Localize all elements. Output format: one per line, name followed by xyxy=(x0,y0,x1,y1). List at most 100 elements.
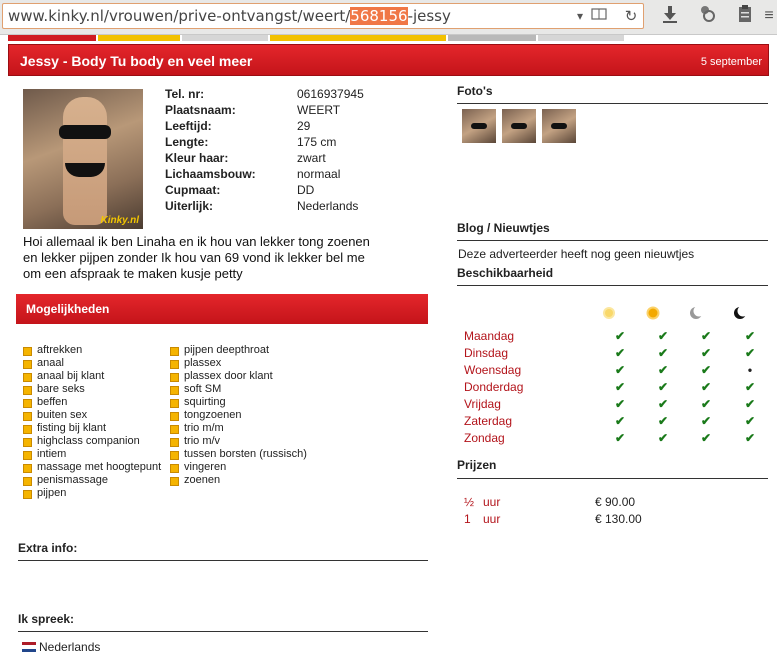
price-amount: € 90.00 xyxy=(595,495,636,509)
bullet-square-icon xyxy=(170,477,179,486)
nav-tab-5[interactable] xyxy=(448,35,536,41)
option-label: massage met hoogtepunt xyxy=(37,461,162,473)
available-check-icon: ✔ xyxy=(700,346,712,360)
download-icon[interactable] xyxy=(659,5,681,27)
afternoon-sun-icon xyxy=(646,306,660,320)
photos-title: Foto's xyxy=(457,84,493,98)
option-item: vingeren xyxy=(170,461,307,474)
info-label: Plaatsnaam: xyxy=(165,103,236,117)
nav-tab-4[interactable] xyxy=(270,35,446,41)
bullet-square-icon xyxy=(23,386,32,395)
evening-moon-icon xyxy=(689,305,705,320)
main-photo[interactable]: Kinky.nl xyxy=(23,89,143,229)
mogelijkheden-title: Mogelijkheden xyxy=(26,302,110,316)
blog-title: Blog / Nieuwtjes xyxy=(457,221,550,235)
available-check-icon: ✔ xyxy=(657,363,669,377)
mogelijkheden-header: Mogelijkheden xyxy=(16,294,428,324)
available-check-icon: ✔ xyxy=(657,397,669,411)
available-check-icon: ✔ xyxy=(657,380,669,394)
info-value: normaal xyxy=(297,167,341,181)
info-value: 29 xyxy=(297,119,311,133)
info-value: WEERT xyxy=(297,103,341,117)
available-check-icon: ✔ xyxy=(614,329,626,343)
info-value: 175 cm xyxy=(297,135,337,149)
option-item: trio m/v xyxy=(170,435,307,448)
available-check-icon: ✔ xyxy=(657,329,669,343)
option-item: anaal bij klant xyxy=(23,370,161,383)
bullet-square-icon xyxy=(170,412,179,421)
available-check-icon: ✔ xyxy=(614,363,626,377)
price-unit: uur xyxy=(483,495,501,509)
nav-strip xyxy=(8,35,776,41)
available-check-icon: ✔ xyxy=(657,346,669,360)
day-name: Maandag xyxy=(464,329,515,343)
nav-tab-6[interactable] xyxy=(538,35,624,41)
dropdown-arrow-icon[interactable]: ▾ xyxy=(573,4,587,28)
bullet-square-icon xyxy=(170,399,179,408)
available-check-icon: ✔ xyxy=(614,380,626,394)
option-item: massage met hoogtepunt xyxy=(23,461,161,474)
option-item: buiten sex xyxy=(23,409,161,422)
option-item: highclass companion xyxy=(23,435,161,448)
option-item: bare seks xyxy=(23,383,161,396)
bullet-square-icon xyxy=(23,464,32,473)
reload-icon[interactable]: ↻ xyxy=(621,4,641,28)
day-name: Dinsdag xyxy=(464,346,509,360)
info-value: DD xyxy=(297,183,315,197)
bullet-square-icon xyxy=(23,451,32,460)
available-check-icon: ✔ xyxy=(614,414,626,428)
option-label: trio m/v xyxy=(184,435,221,447)
available-check-icon: ✔ xyxy=(614,346,626,360)
url-highlight: 568156 xyxy=(350,7,408,25)
bullet-square-icon xyxy=(23,425,32,434)
bullet-square-icon xyxy=(170,373,179,382)
option-item: pijpen deepthroat xyxy=(170,344,307,357)
option-item: beffen xyxy=(23,396,161,409)
info-label: Uiterlijk: xyxy=(165,199,214,213)
option-label: buiten sex xyxy=(37,409,88,421)
availability-days: Maandag Dinsdag Woensdag Donderdag Vrijdag Za… xyxy=(464,328,523,447)
url-bar[interactable]: www.kinky.nl/vrouwen/prive-ontvangst/wee… xyxy=(2,3,644,29)
extension-icon[interactable] xyxy=(696,5,718,27)
bullet-square-icon xyxy=(23,412,32,421)
bullet-square-icon xyxy=(170,451,179,460)
nav-tab-1[interactable] xyxy=(8,35,96,41)
bullet-square-icon xyxy=(170,425,179,434)
bullet-square-icon xyxy=(23,373,32,382)
photo-thumbnail[interactable] xyxy=(542,109,576,143)
available-check-icon: ✔ xyxy=(700,414,712,428)
bullet-square-icon xyxy=(170,386,179,395)
photo-thumbnail[interactable] xyxy=(502,109,536,143)
dutch-flag-icon xyxy=(22,642,36,652)
bullet-square-icon xyxy=(23,490,32,499)
option-label: pijpen xyxy=(37,487,67,499)
menu-icon[interactable]: ≡ xyxy=(758,5,777,27)
option-label: soft SM xyxy=(184,383,222,395)
available-check-icon: ✔ xyxy=(744,397,756,411)
bullet-square-icon xyxy=(23,347,32,356)
divider xyxy=(457,478,768,479)
url-prefix: www.kinky.nl/vrouwen/prive-ontvangst/wee… xyxy=(8,7,351,25)
info-label: Cupmaat: xyxy=(165,183,221,197)
bullet-square-icon xyxy=(23,399,32,408)
option-label: fisting bij klant xyxy=(37,422,107,434)
info-value: 0616937945 xyxy=(297,87,364,101)
option-item: zoenen xyxy=(170,474,307,487)
info-value: zwart xyxy=(297,151,326,165)
availability-title: Beschikbaarheid xyxy=(457,266,554,280)
option-item: plassex xyxy=(170,357,307,370)
option-item: intiem xyxy=(23,448,161,461)
clipboard-icon[interactable] xyxy=(734,5,756,27)
option-label: intiem xyxy=(37,448,67,460)
mogelijkheden-list-1: aftrekken anaal anaal bij klant bare seks be… xyxy=(23,344,161,500)
nav-tab-2[interactable] xyxy=(98,35,180,41)
option-item: aftrekken xyxy=(23,344,161,357)
available-check-icon: ✔ xyxy=(700,431,712,445)
day-name: Zondag xyxy=(464,431,505,445)
price-unit: uur xyxy=(483,512,501,526)
nav-tab-3[interactable] xyxy=(182,35,268,41)
available-check-icon: ✔ xyxy=(744,380,756,394)
url-suffix: -jessy xyxy=(407,7,451,25)
reader-view-icon[interactable] xyxy=(589,4,609,28)
photo-thumbnail[interactable] xyxy=(462,109,496,143)
